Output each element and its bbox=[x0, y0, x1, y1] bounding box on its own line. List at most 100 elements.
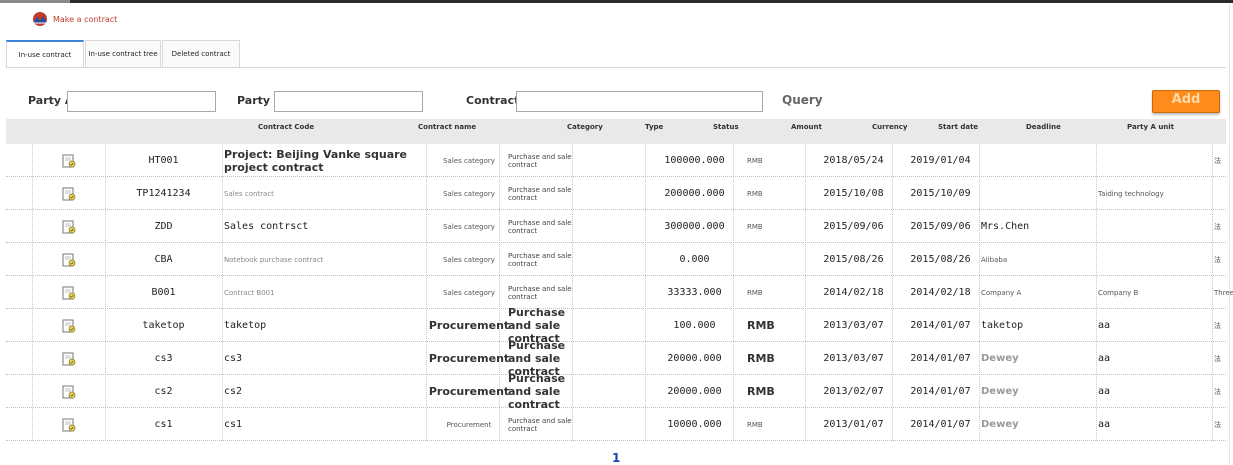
deadline: 2015/09/06 bbox=[910, 221, 971, 232]
edit-document-icon[interactable] bbox=[62, 220, 76, 234]
extra-column: 法 bbox=[1214, 156, 1221, 165]
start-date: 2013/01/07 bbox=[823, 419, 884, 430]
currency: RMB bbox=[747, 420, 763, 429]
party-b-input[interactable] bbox=[274, 91, 423, 112]
currency: RMB bbox=[747, 319, 775, 332]
amount: 300000.000 bbox=[664, 221, 725, 232]
column-header-category[interactable]: Category bbox=[567, 123, 603, 131]
column-header-type[interactable]: Type bbox=[645, 123, 663, 131]
amount: 100000.000 bbox=[664, 155, 725, 166]
edit-cell[interactable] bbox=[32, 342, 106, 375]
contract-type: Purchase and sale contract bbox=[508, 284, 572, 301]
party-a bbox=[981, 177, 1096, 210]
edit-document-icon[interactable] bbox=[62, 253, 76, 267]
extra-column: Three bbox=[1214, 288, 1233, 297]
contract-type: Purchase and sale contract bbox=[508, 185, 572, 202]
edit-document-icon[interactable] bbox=[62, 418, 76, 432]
start-date: 2013/03/07 bbox=[823, 320, 884, 331]
category: Procurement bbox=[428, 319, 510, 332]
contract-name: Contract B001 bbox=[224, 288, 275, 297]
edit-cell[interactable] bbox=[32, 276, 106, 309]
extra-column: 法 bbox=[1214, 354, 1221, 363]
table-row[interactable]: TP1241234 Sales contract Sales category Pur… bbox=[6, 177, 1226, 210]
deadline: 2014/01/07 bbox=[910, 419, 971, 430]
edit-document-icon[interactable] bbox=[62, 352, 76, 366]
contract-code[interactable]: B001 bbox=[106, 276, 221, 309]
table-row[interactable]: HT001 Project: Beijing Vanke square proje… bbox=[6, 144, 1226, 177]
edit-cell[interactable] bbox=[32, 408, 106, 441]
page-number[interactable]: 1 bbox=[612, 451, 620, 465]
party-b: Taiding technology bbox=[1098, 189, 1164, 198]
table-row[interactable]: cs3 cs3 Procurement Purchase and sale contr… bbox=[6, 339, 1226, 378]
table-row[interactable]: CBA Notebook purchase contract Sales categ… bbox=[6, 243, 1226, 276]
table-row[interactable]: ZDD Sales contrsct Sales category Purchase … bbox=[6, 210, 1226, 243]
deadline: 2014/01/07 bbox=[910, 386, 971, 397]
party-a-input[interactable] bbox=[67, 91, 216, 112]
app-header: Make a contract bbox=[31, 12, 117, 26]
category: Procurement bbox=[428, 385, 510, 398]
contract-type: Purchase and sale contract bbox=[508, 218, 572, 235]
edit-cell[interactable] bbox=[32, 243, 106, 276]
edit-cell[interactable] bbox=[32, 177, 106, 210]
table-row[interactable]: B001 Contract B001 Sales category Purchase … bbox=[6, 276, 1233, 309]
contract-code[interactable]: cs3 bbox=[106, 342, 221, 375]
edit-document-icon[interactable] bbox=[62, 286, 76, 300]
contract-code[interactable]: taketop bbox=[106, 309, 221, 342]
tab-in-use-contract-tree[interactable]: In-use contract tree bbox=[85, 40, 161, 67]
amount: 20000.000 bbox=[667, 386, 722, 397]
deadline: 2014/02/18 bbox=[910, 287, 971, 298]
edit-document-icon[interactable] bbox=[62, 319, 76, 333]
edit-document-icon[interactable] bbox=[62, 154, 76, 168]
edit-cell[interactable] bbox=[32, 210, 106, 243]
column-header-status[interactable]: Status bbox=[713, 123, 739, 131]
category: Procurement bbox=[446, 420, 492, 429]
tab-in-use-contract[interactable]: In-use contract bbox=[6, 40, 84, 67]
contract-type: Purchase and sale contract bbox=[508, 372, 566, 411]
start-date: 2015/10/08 bbox=[823, 188, 884, 199]
edit-cell[interactable] bbox=[32, 309, 106, 342]
category: Procurement bbox=[428, 352, 510, 365]
column-header-party-a-unit[interactable]: Party A unit bbox=[1127, 123, 1174, 131]
extra-column: 法 bbox=[1214, 255, 1221, 264]
column-header-currency[interactable]: Currency bbox=[872, 123, 907, 131]
party-a: Company A bbox=[981, 288, 1022, 297]
column-header-start-date[interactable]: Start date bbox=[938, 123, 978, 131]
party-a: Mrs.Chen bbox=[981, 221, 1030, 232]
page-title: Make a contract bbox=[53, 14, 118, 24]
column-header-amount[interactable]: Amount bbox=[791, 123, 822, 131]
deadline: 2014/01/07 bbox=[910, 320, 971, 331]
table-row[interactable]: cs1 cs1 Procurement Purchase and sale contr… bbox=[6, 408, 1226, 441]
contract-name: taketop bbox=[224, 320, 267, 331]
contract-code[interactable]: TP1241234 bbox=[106, 177, 221, 210]
edit-cell[interactable] bbox=[32, 144, 106, 177]
amount: 20000.000 bbox=[667, 353, 722, 364]
party-b bbox=[1098, 144, 1213, 177]
column-header-deadline[interactable]: Deadline bbox=[1026, 123, 1061, 131]
query-button[interactable]: Query bbox=[782, 93, 823, 107]
contract-name: Sales contract bbox=[224, 189, 274, 198]
column-header-contract-name[interactable]: Contract name bbox=[418, 123, 476, 131]
table-row[interactable]: taketop taketop Procurement Purchase and sa… bbox=[6, 306, 1226, 345]
contract-no-input[interactable] bbox=[516, 91, 763, 112]
contract-name: Project: Beijing Vanke square project co… bbox=[224, 147, 408, 174]
category: Sales category bbox=[443, 288, 495, 297]
extra-column: 法 bbox=[1214, 321, 1221, 330]
contract-code[interactable]: ZDD bbox=[106, 210, 221, 243]
contract-code[interactable]: cs1 bbox=[106, 408, 221, 441]
column-header-contract-code[interactable]: Contract Code bbox=[258, 123, 314, 131]
party-a: Dewey bbox=[981, 353, 1019, 364]
deadline: 2019/01/04 bbox=[910, 155, 971, 166]
contract-name: cs2 bbox=[224, 386, 243, 397]
currency: RMB bbox=[747, 352, 775, 365]
tab-deleted-contract[interactable]: Deleted contract bbox=[162, 40, 240, 67]
edit-document-icon[interactable] bbox=[62, 385, 76, 399]
add-button[interactable]: Add bbox=[1152, 90, 1220, 113]
contract-code[interactable]: HT001 bbox=[106, 144, 221, 177]
contract-type: Purchase and sale contract bbox=[508, 152, 572, 169]
table-row[interactable]: cs2 cs2 Procurement Purchase and sale contr… bbox=[6, 372, 1226, 411]
edit-document-icon[interactable] bbox=[62, 187, 76, 201]
contract-code[interactable]: cs2 bbox=[106, 375, 221, 408]
edit-cell[interactable] bbox=[32, 375, 106, 408]
contract-code[interactable]: CBA bbox=[106, 243, 221, 276]
deadline: 2015/08/26 bbox=[910, 254, 971, 265]
